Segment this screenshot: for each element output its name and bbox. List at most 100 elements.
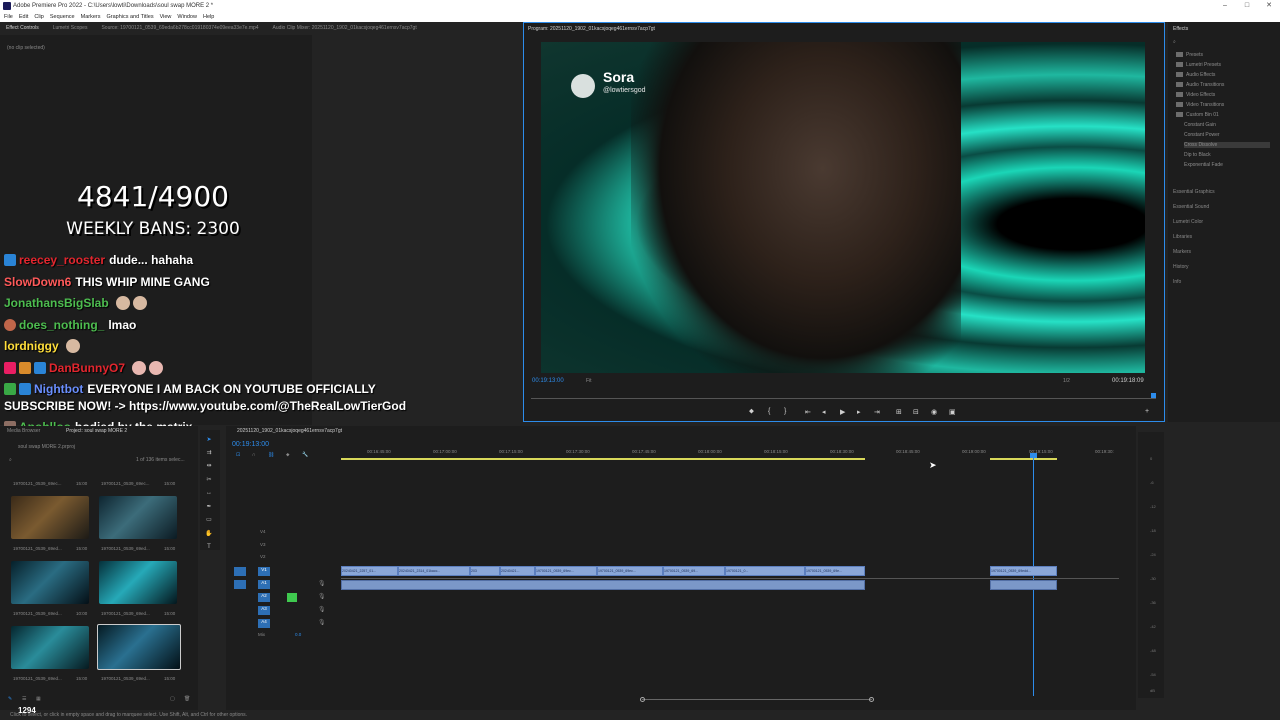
video-clip[interactable]: 20240421_2314_01kacc... <box>398 566 470 576</box>
step-back-icon[interactable]: ◂ <box>822 408 826 416</box>
go-to-out-icon[interactable]: ⇥ <box>874 408 880 416</box>
program-tab[interactable]: Program: 20251120_1902_01kacsjoqeg461ern… <box>528 26 655 32</box>
microphone-icon[interactable]: 🎙 <box>318 580 326 587</box>
selection-tool-icon[interactable]: ➤ <box>205 437 213 443</box>
video-clip[interactable]: 19700121_0539_69ec... <box>597 566 663 576</box>
mark-out-icon[interactable]: } <box>784 408 786 415</box>
tab-effect-controls[interactable]: Effect Controls <box>6 22 39 34</box>
video-clip[interactable]: 20240421_2257_01... <box>341 566 398 576</box>
menu-file[interactable]: File <box>4 12 13 22</box>
menu-sequence[interactable]: Sequence <box>50 12 75 22</box>
panel-info[interactable]: Info <box>1173 279 1181 285</box>
track-label[interactable]: V1 <box>258 567 270 576</box>
linked-selection-icon[interactable]: ⛓ <box>268 452 274 458</box>
effect-item-selected[interactable]: Cross Dissolve <box>1184 142 1270 148</box>
snap-icon[interactable]: ∩ <box>252 452 256 458</box>
effects-folder[interactable]: Video Effects <box>1176 92 1215 98</box>
effect-item[interactable]: Constant Gain <box>1184 122 1216 128</box>
effects-folder[interactable]: Audio Transitions <box>1176 82 1224 88</box>
menu-graphics[interactable]: Graphics and Titles <box>107 12 154 22</box>
clip-thumbnail[interactable] <box>11 626 89 669</box>
type-tool-icon[interactable]: T <box>205 544 213 550</box>
track-label[interactable]: A3 <box>258 606 270 615</box>
tab-source[interactable]: Source: 19700121_0539_69eda6b278cc019180… <box>101 22 258 34</box>
fit-select[interactable]: Fit <box>586 378 592 384</box>
effect-item[interactable]: Exponential Fade <box>1184 162 1223 168</box>
program-timecode[interactable]: 00:19:13:00 <box>532 378 564 384</box>
program-scrubber[interactable] <box>531 398 1156 399</box>
tab-media-browser[interactable]: Media Browser <box>7 428 40 434</box>
list-view-icon[interactable]: ☰ <box>22 696 26 702</box>
mute-active-icon[interactable] <box>287 593 297 602</box>
video-clip[interactable]: 19700121_0539_69edd... <box>990 566 1057 576</box>
slip-tool-icon[interactable]: ↔ <box>205 490 213 496</box>
trash-icon[interactable]: 🗑 <box>184 696 190 702</box>
timeline-timecode[interactable]: 00:19:13:00 <box>232 441 269 448</box>
wrench-icon[interactable]: 🔧 <box>302 452 308 458</box>
video-clip[interactable]: 203 <box>470 566 500 576</box>
razor-tool-icon[interactable]: ✂ <box>205 477 213 483</box>
effects-search-icon[interactable]: ⌕ <box>1173 39 1176 45</box>
menu-clip[interactable]: Clip <box>34 12 43 22</box>
resolution-select[interactable]: 1/2 <box>1063 378 1070 384</box>
step-forward-icon[interactable]: ▸ <box>857 408 861 416</box>
microphone-icon[interactable]: 🎙 <box>318 606 326 613</box>
track-select-tool-icon[interactable]: ⇉ <box>205 450 213 456</box>
mark-in-icon[interactable]: { <box>768 408 770 415</box>
clip-thumbnail[interactable] <box>11 561 89 604</box>
audio-clip[interactable] <box>990 580 1057 590</box>
effects-title[interactable]: Effects <box>1173 26 1188 32</box>
add-marker-icon[interactable]: ⬥ <box>286 452 290 458</box>
menu-markers[interactable]: Markers <box>81 12 101 22</box>
clip-thumbnail[interactable] <box>99 496 177 539</box>
pencil-icon[interactable]: ✎ <box>8 696 12 702</box>
button-editor-icon[interactable]: + <box>1145 408 1149 415</box>
extract-icon[interactable]: ⊟ <box>913 408 919 416</box>
pen-tool-icon[interactable]: ✒ <box>205 504 213 510</box>
panel-essential-sound[interactable]: Essential Sound <box>1173 204 1209 210</box>
effect-item[interactable]: Dip to Black <box>1184 152 1211 158</box>
minimize-icon[interactable]: – <box>1214 0 1236 12</box>
maximize-icon[interactable]: □ <box>1236 0 1258 12</box>
program-playhead[interactable] <box>1151 393 1156 398</box>
zoom-handle-left[interactable] <box>640 697 645 702</box>
nest-icon[interactable]: ⊡ <box>236 452 240 458</box>
audio-clip[interactable] <box>341 580 865 590</box>
tab-audio-clip-mixer[interactable]: Audio Clip Mixer: 20251120_1902_01kacsjo… <box>273 22 417 34</box>
effects-folder[interactable]: Lumetri Presets <box>1176 62 1221 68</box>
panel-history[interactable]: History <box>1173 264 1189 270</box>
panel-libraries[interactable]: Libraries <box>1173 234 1192 240</box>
clip-thumbnail[interactable] <box>99 561 177 604</box>
menu-window[interactable]: Window <box>177 12 197 22</box>
track-label[interactable]: A1 <box>258 580 270 589</box>
menu-view[interactable]: View <box>160 12 172 22</box>
timeline-zoom-bar[interactable] <box>642 699 872 700</box>
video-clip[interactable]: 20240421... <box>500 566 535 576</box>
sequence-tab[interactable]: 20251120_1902_01kacsjoqeg461ernsv7acp7gt <box>237 428 342 434</box>
video-clip[interactable]: 19700121_0539_69... <box>663 566 725 576</box>
microphone-icon[interactable]: 🎙 <box>318 619 326 626</box>
ripple-edit-tool-icon[interactable]: ⇹ <box>205 463 213 469</box>
comparison-view-icon[interactable]: ▣ <box>949 408 956 416</box>
icon-view-icon[interactable]: ▦ <box>36 696 41 702</box>
clip-thumbnail[interactable] <box>11 496 89 539</box>
lift-icon[interactable]: ⊞ <box>896 408 902 416</box>
effects-folder[interactable]: Audio Effects <box>1176 72 1215 78</box>
microphone-icon[interactable]: 🎙 <box>318 593 326 600</box>
hand-tool-icon[interactable]: ✋ <box>205 531 213 537</box>
effect-item[interactable]: Constant Power <box>1184 132 1220 138</box>
go-to-in-icon[interactable]: ⇤ <box>805 408 811 416</box>
add-marker-icon[interactable]: ⬥ <box>749 408 754 416</box>
video-clip[interactable]: 19700121_0539_69ec... <box>535 566 597 576</box>
new-item-icon[interactable]: ▢ <box>170 696 175 702</box>
play-icon[interactable]: ▶ <box>840 408 845 416</box>
effects-folder[interactable]: Presets <box>1176 52 1203 58</box>
close-icon[interactable]: ✕ <box>1258 0 1280 12</box>
video-clip[interactable]: 19700121_0... <box>725 566 805 576</box>
source-patch-v1[interactable] <box>234 567 246 576</box>
video-clip[interactable]: 19700121_0539_69e... <box>805 566 865 576</box>
menu-help[interactable]: Help <box>203 12 214 22</box>
panel-markers[interactable]: Markers <box>1173 249 1191 255</box>
mix-volume[interactable]: 0.0 <box>295 632 301 637</box>
clip-thumbnail-selected[interactable] <box>97 624 181 670</box>
